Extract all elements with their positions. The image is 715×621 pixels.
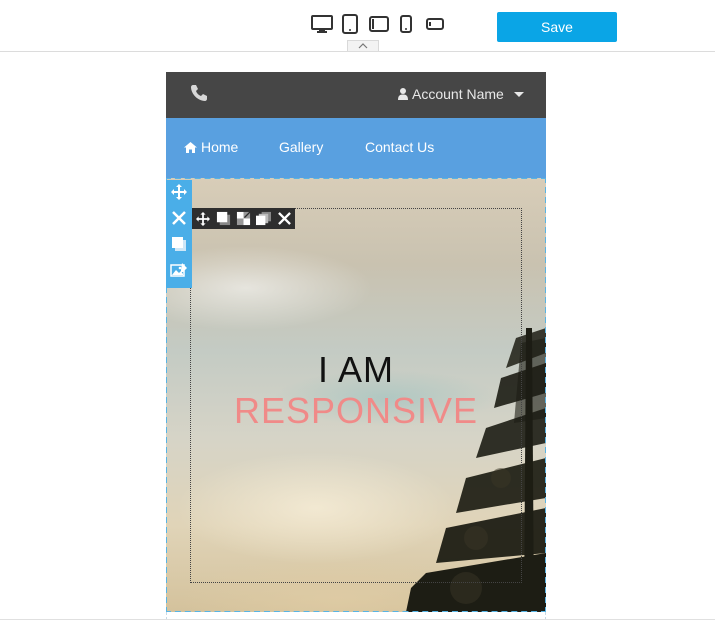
tablet-landscape-view-button[interactable]: [367, 13, 391, 35]
phone-portrait-icon: [400, 15, 412, 33]
account-menu[interactable]: Account Name: [398, 84, 524, 104]
move-box-button[interactable]: [194, 210, 212, 227]
hero-heading[interactable]: I AM RESPONSIVE: [166, 350, 546, 432]
move-icon: [196, 211, 210, 226]
element-inline-toolbar: [192, 208, 295, 229]
save-button[interactable]: Save: [497, 12, 617, 42]
page-preview: Account Name Home Gallery Contact Us I A…: [166, 72, 546, 620]
delete-icon: [277, 212, 291, 225]
main-nav: Home Gallery Contact Us: [166, 118, 546, 178]
paste-box-button[interactable]: [254, 210, 272, 227]
account-bar: Account Name: [166, 72, 546, 118]
delete-icon: [172, 211, 186, 225]
phone-landscape-icon: [426, 18, 444, 30]
user-icon: [398, 88, 408, 100]
editor-toolbar: Save: [0, 0, 715, 52]
nav-item-contact-us[interactable]: Contact Us: [365, 139, 434, 155]
element-side-toolbar: [166, 180, 192, 288]
duplicate-box-button[interactable]: [214, 210, 232, 227]
desktop-icon: [311, 15, 333, 33]
nav-label: Contact Us: [365, 139, 435, 155]
nav-item-gallery[interactable]: Gallery: [279, 139, 323, 155]
edit-image-icon: [170, 263, 187, 277]
duplicate-icon: [216, 211, 230, 226]
nav-label: Gallery: [279, 139, 324, 155]
phone-icon[interactable]: [190, 84, 208, 107]
nav-item-home[interactable]: Home: [184, 139, 238, 155]
tablet-landscape-icon: [369, 16, 389, 32]
duplicate-element-button[interactable]: [169, 234, 189, 254]
edit-image-button[interactable]: [169, 260, 189, 280]
chevron-up-icon: [358, 43, 368, 49]
paste-icon: [255, 211, 271, 226]
home-icon: [184, 141, 197, 153]
duplicate-icon: [172, 237, 186, 251]
phone-landscape-view-button[interactable]: [424, 13, 446, 35]
delete-box-button[interactable]: [275, 210, 293, 227]
hero-line-1: I AM: [317, 349, 395, 390]
canvas-bottom-border: [0, 619, 715, 620]
copy-style-button[interactable]: [234, 210, 252, 227]
caret-down-icon: [513, 91, 524, 97]
collapse-toolbar-tab[interactable]: [347, 40, 379, 51]
hero-section[interactable]: I AM RESPONSIVE: [166, 178, 546, 612]
nav-label: Home: [201, 139, 239, 155]
desktop-view-button[interactable]: [310, 13, 334, 35]
hero-line-2: RESPONSIVE: [233, 390, 479, 431]
account-name: Account Name: [412, 86, 504, 102]
tablet-portrait-icon: [342, 14, 358, 34]
move-icon: [171, 184, 187, 200]
move-element-button[interactable]: [169, 182, 189, 202]
copy-style-icon: [236, 211, 251, 226]
delete-element-button[interactable]: [169, 208, 189, 228]
tablet-portrait-view-button[interactable]: [340, 13, 360, 35]
phone-portrait-view-button[interactable]: [398, 13, 414, 35]
